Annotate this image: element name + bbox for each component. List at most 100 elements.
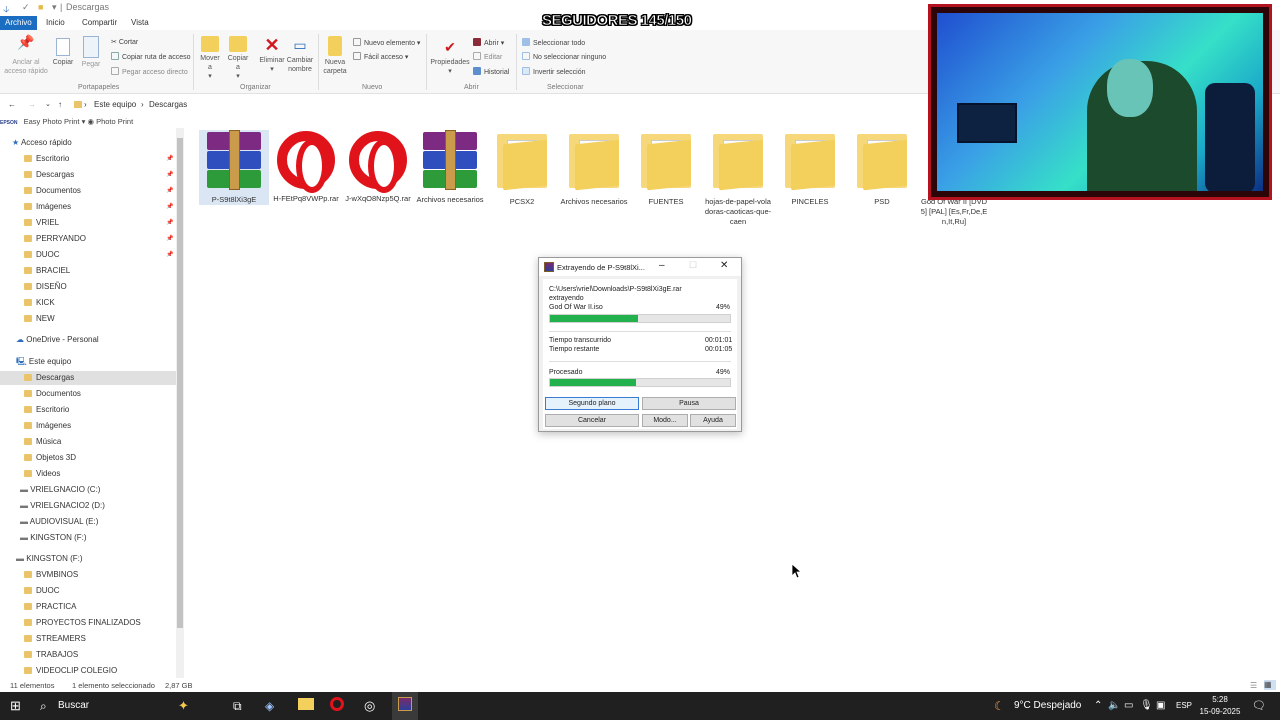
copy-button[interactable]: Copiar [50,38,76,67]
delete-button[interactable]: ✕ Eliminar ▾ [258,36,286,74]
paste-button[interactable]: Pegar [78,36,104,69]
nav-pc-item[interactable]: ▬ VRIELGNACIO2 (D:) [0,499,176,513]
history-button[interactable]: Historial [473,67,509,76]
edit-button[interactable]: Editar [473,52,502,61]
nav-quick-item[interactable]: DUOC 📌 [0,248,176,262]
nav-quick-item[interactable]: NEW [0,312,176,326]
copy-path-button[interactable]: Copiar ruta de acceso [111,52,190,61]
breadcrumb-este-equipo[interactable]: Este equipo [94,100,136,109]
clock-date[interactable]: 15-09-2025 [1196,707,1244,716]
file-item[interactable]: PSD [847,130,917,207]
maximize-icon[interactable]: ☐ [689,260,697,271]
help-button[interactable]: Ayuda [690,414,736,427]
nav-kingston-item[interactable]: PROYECTOS FINALIZADOS [0,616,176,630]
file-item[interactable]: FUENTES [631,130,701,207]
close-icon[interactable]: ✕ [720,260,728,271]
file-item[interactable]: Archivos necesarios [415,130,485,205]
cut-button[interactable]: ✂ Cortar [111,38,138,46]
nav-pc-item[interactable]: ▬ KINGSTON (F:) [0,531,176,545]
file-explorer-taskbar-icon[interactable] [298,692,314,720]
move-to-button[interactable]: Mover a ▾ [198,36,222,81]
obs-taskbar-icon[interactable]: ◎ [364,692,375,720]
steam-icon[interactable]: ◈ [265,692,274,720]
tray-chevron-icon[interactable]: ⌃ [1094,692,1102,720]
nav-quick-item[interactable]: Descargas 📌 [0,168,176,182]
pin-quick-access-button[interactable]: 📌 Anclar al acceso rápido [4,35,48,76]
nav-kingston-item[interactable]: STREAMERS [0,632,176,646]
nav-kingston-item[interactable]: DUOC [0,584,176,598]
nav-scrollbar-thumb[interactable] [177,138,183,628]
tab-archivo[interactable]: Archivo [0,16,37,30]
nav-pc-item[interactable]: Objetos 3D [0,451,176,465]
clock-time[interactable]: 5:28 [1200,695,1240,704]
weather-text[interactable]: 9°C Despejado [1014,692,1081,720]
new-folder-button[interactable]: Nueva carpeta [321,36,349,76]
notification-icon[interactable]: 🗨 [1252,692,1266,720]
file-item[interactable]: PINCELES [775,130,845,207]
file-item[interactable]: H-FEtPq8VWPp.rar [271,130,341,204]
language-indicator[interactable]: ESP [1176,692,1192,720]
nav-quick-item[interactable]: VRIEL 📌 [0,216,176,230]
folder-quick-icon[interactable]: ■ [38,2,43,12]
nav-scrollbar[interactable] [176,128,184,678]
cancel-button[interactable]: Cancelar [545,414,639,427]
fav-dropdown-icon[interactable]: ▾ [82,117,86,126]
tab-inicio[interactable]: Inicio [41,16,70,30]
recent-chevron-icon[interactable]: ⌄ [45,100,51,108]
nav-this-pc[interactable]: 🖳 Este equipo [0,355,176,369]
file-item[interactable]: J-wXqO8Nzp5Q.rar [343,130,413,204]
speaker-icon[interactable]: 🔈 [1108,692,1120,720]
nav-quick-item[interactable]: Documentos 📌 [0,184,176,198]
nav-quick-item[interactable]: DISEÑO [0,280,176,294]
nav-quick-item[interactable]: Escritorio 📌 [0,152,176,166]
search-icon[interactable]: ⌕ [40,692,47,720]
back-arrow-icon[interactable]: ← [8,100,16,109]
background-button[interactable]: Segundo plano [545,397,639,410]
windows-start-icon[interactable]: ⊞ [10,692,21,720]
nav-quick-item[interactable]: BRACIEL [0,264,176,278]
details-view-icon[interactable]: ☰ [1250,681,1257,690]
microphone-icon[interactable]: 🎙 [1140,692,1153,720]
task-view-icon[interactable]: ⧉ [233,692,242,720]
up-arrow-icon[interactable]: ↑ [58,100,62,109]
network-icon[interactable]: ▭ [1124,692,1133,720]
fav-photo-print[interactable]: Photo Print [96,117,133,126]
nav-pc-item[interactable]: Música [0,435,176,449]
opera-taskbar-icon[interactable] [330,692,344,720]
mode-button[interactable]: Modo... [642,414,688,427]
new-item-button[interactable]: Nuevo elemento ▾ [353,38,420,47]
open-button[interactable]: Abrir ▾ [473,38,504,47]
nav-pc-item[interactable]: ▬ AUDIOVISUAL (E:) [0,515,176,529]
fav-easy-photo-print[interactable]: Easy Photo Print [24,117,80,126]
file-item[interactable]: P-S9t8lXi3gE [199,130,269,205]
display-icon[interactable]: ▣ [1156,692,1165,720]
breadcrumb-descargas[interactable]: Descargas [149,100,187,109]
nav-pc-item[interactable]: Descargas [0,371,176,385]
nav-kingston-item[interactable]: VIDEOCLIP COLEGIO [0,664,176,678]
copy-to-button[interactable]: Copiar a ▾ [226,36,250,81]
tab-vista[interactable]: Vista [126,16,154,30]
file-item[interactable]: Archivos necesarios [559,130,629,207]
file-item[interactable]: hojas-de-papel-voladoras-caoticas-que-ca… [703,130,773,227]
nav-pc-item[interactable]: Escritorio [0,403,176,417]
paste-shortcut-button[interactable]: Pegar acceso directo [111,67,188,76]
customize-quick-icon[interactable]: ▾ [52,2,57,13]
nav-pc-item[interactable]: Documentos [0,387,176,401]
nav-kingston-item[interactable]: BVMBINOS [0,568,176,582]
easy-access-button[interactable]: Fácil acceso ▾ [353,52,408,61]
forward-arrow-icon[interactable]: → [28,100,36,109]
winrar-taskbar-icon[interactable] [392,692,418,720]
nav-onedrive[interactable]: ☁ OneDrive - Personal [0,333,176,347]
nav-quick-item[interactable]: KICK [0,296,176,310]
nav-quick-access[interactable]: ★ Acceso rápido [0,136,176,150]
pause-button[interactable]: Pausa [642,397,736,410]
rename-button[interactable]: ▭ Cambiar nombre [286,36,314,74]
file-item[interactable]: PCSX2 [487,130,557,207]
nav-kingston-item[interactable]: TRABAJOS [0,648,176,662]
nav-pc-item[interactable]: Videos [0,467,176,481]
tab-compartir[interactable]: Compartir [77,16,122,30]
minimize-icon[interactable]: – [659,260,665,271]
nav-kingston-item[interactable]: PRACTICA [0,600,176,614]
nav-kingston[interactable]: ▬ KINGSTON (F:) [0,552,176,566]
select-none-button[interactable]: No seleccionar ninguno [522,52,606,61]
